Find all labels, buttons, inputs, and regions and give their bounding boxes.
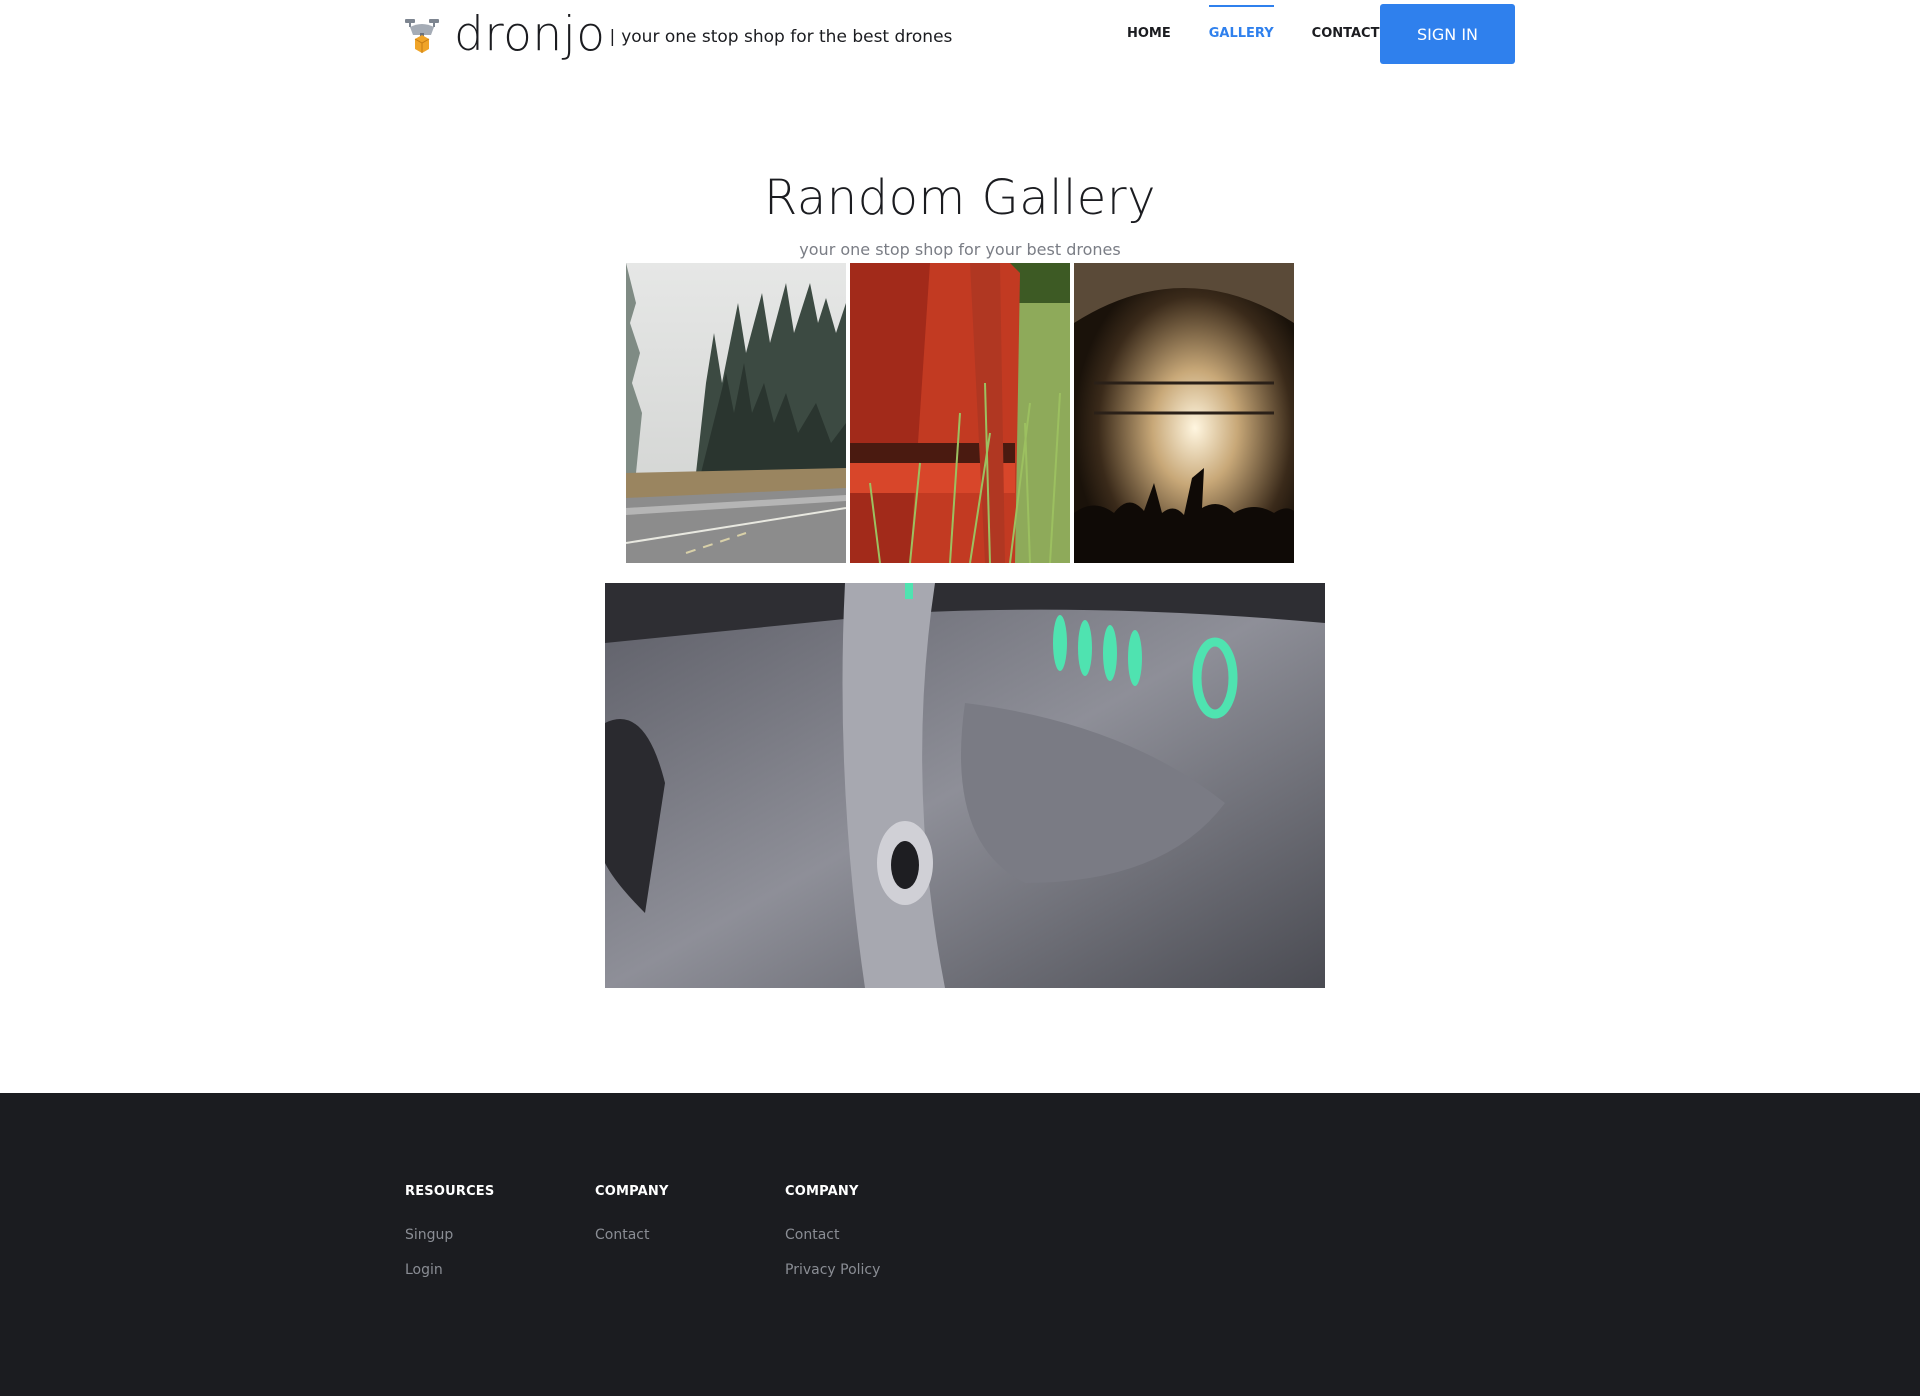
site-header: dronjo | your one stop shop for the best…	[0, 0, 1920, 68]
concert-crowd-photo[interactable]	[1074, 263, 1294, 563]
page-subtitle: your one stop shop for your best drones	[799, 240, 1121, 259]
brand[interactable]: dronjo | your one stop shop for the best…	[404, 6, 952, 62]
nav-contact[interactable]: CONTACT	[1312, 0, 1380, 68]
footer-heading: RESOURCES	[405, 1184, 495, 1199]
footer-link-contact[interactable]: Contact	[595, 1227, 669, 1243]
footer-column-resources: RESOURCES Singup Login	[405, 1184, 494, 1297]
nav-gallery[interactable]: GALLERY	[1208, 0, 1274, 68]
main-nav: HOME GALLERY CONTACT	[1108, 0, 1398, 68]
sign-in-button[interactable]: SIGN IN	[1380, 4, 1515, 64]
footer-heading: COMPANY	[785, 1184, 859, 1199]
footer-column-company: COMPANY Contact	[595, 1184, 669, 1262]
red-barrel-grass-photo[interactable]	[850, 263, 1070, 563]
brand-separator: |	[609, 27, 616, 47]
brand-name: dronjo	[454, 6, 606, 62]
drone-closeup-photo[interactable]	[605, 583, 1325, 988]
footer-link-privacy-policy[interactable]: Privacy Policy	[785, 1262, 880, 1278]
site-footer: RESOURCES Singup Login COMPANY Contact C…	[0, 1093, 1920, 1396]
page-title: Random Gallery	[764, 170, 1156, 226]
drone-package-icon	[405, 19, 439, 53]
footer-link-contact[interactable]: Contact	[785, 1227, 880, 1243]
footer-link-login[interactable]: Login	[405, 1262, 494, 1278]
footer-heading: COMPANY	[595, 1184, 669, 1199]
brand-tagline: your one stop shop for the best drones	[621, 27, 953, 47]
footer-link-signup[interactable]: Singup	[405, 1227, 494, 1243]
nav-home[interactable]: HOME	[1127, 0, 1171, 68]
footer-column-company-2: COMPANY Contact Privacy Policy	[785, 1184, 880, 1297]
forest-road-photo[interactable]	[626, 263, 846, 563]
